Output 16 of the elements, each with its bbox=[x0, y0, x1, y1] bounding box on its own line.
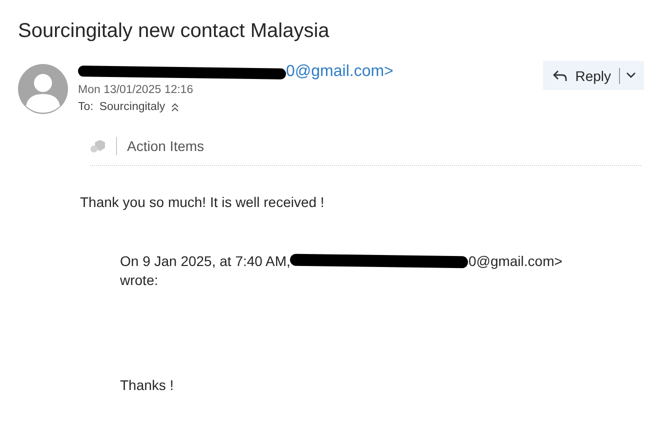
quote-sender-address: 0@gmail.com> bbox=[468, 253, 562, 269]
chevron-down-icon bbox=[626, 72, 636, 79]
to-label: To: bbox=[78, 101, 94, 113]
recipient-name[interactable]: Sourcingitaly bbox=[99, 101, 166, 113]
collapse-icon[interactable] bbox=[171, 102, 180, 112]
avatar-icon bbox=[18, 64, 68, 114]
email-subject: Sourcingitaly new contact Malaysia bbox=[18, 20, 330, 43]
action-items-label[interactable]: Action Items bbox=[127, 138, 204, 154]
message-text: Thank you so much! It is well received ! bbox=[80, 194, 326, 210]
reply-icon bbox=[552, 68, 568, 82]
quote-wrote-text: wrote: bbox=[120, 272, 160, 288]
sender-address[interactable]: 0@gmail.com> bbox=[286, 63, 394, 81]
sent-date: Mon 13/01/2025 12:16 bbox=[78, 84, 194, 96]
quoted-message-text: Thanks ! bbox=[120, 377, 175, 393]
quote-header-text: On 9 Jan 2025, at 7:40 AM, bbox=[120, 253, 290, 269]
cube-icon bbox=[90, 139, 106, 153]
